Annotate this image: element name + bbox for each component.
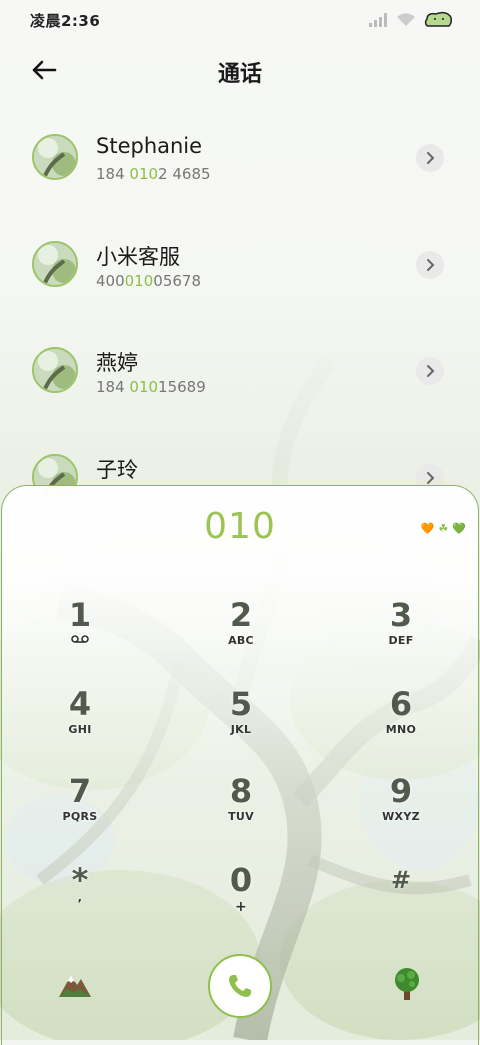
emoji-decoration: 🧡 ☘ 💚 [421,522,466,535]
status-time: 凌晨2:36 [30,11,101,30]
key-3[interactable]: 3 DEF [341,596,461,676]
key-digit: 4 [68,685,92,723]
contact-detail-button[interactable] [416,144,444,172]
key-letters: GHI [68,723,92,736]
key-hash[interactable]: # [341,861,461,941]
contact-row[interactable]: 小米客服 40001005678 [0,217,480,313]
key-digit: 0 [229,861,253,899]
left-action-button[interactable] [55,964,95,1004]
key-digit: # [390,866,412,894]
key-digit: 9 [389,772,413,810]
voicemail-icon [71,635,89,643]
right-action-button[interactable] [387,964,427,1004]
key-letters: MNO [385,723,417,736]
contact-number: 40001005678 [96,272,201,290]
status-icons [368,11,454,29]
key-2[interactable]: 2 ABC [181,596,301,676]
key-digit: 1 [68,596,92,634]
signal-icon [369,13,387,27]
avatar [32,241,78,287]
orange-heart-icon: 🧡 [420,522,435,535]
key-letters: PQRS [62,810,98,823]
green-heart-icon: 💚 [452,522,466,535]
key-digit: 8 [229,772,253,810]
contact-row[interactable]: Stephanie 184 0102 4685 [0,110,480,206]
contact-name: 小米客服 [96,245,180,269]
contact-name: 子玲 [96,458,138,482]
key-digit: 2 [229,596,253,634]
contact-number: 184 0102 4685 [96,165,211,183]
dialed-number[interactable]: 010 [2,506,478,547]
status-bar: 凌晨2:36 [0,0,480,40]
key-0[interactable]: 0 + [181,861,301,941]
key-star[interactable]: * , [20,861,140,941]
chevron-right-icon [427,365,435,377]
key-4[interactable]: 4 GHI [20,685,140,765]
key-digit: 5 [229,685,253,723]
mountain-icon [59,975,91,997]
key-digit: 7 [68,772,92,810]
key-letters: ABC [228,634,254,647]
key-digit: 6 [389,685,413,723]
key-5[interactable]: 5 JKL [181,685,301,765]
contact-detail-button[interactable] [416,357,444,385]
phone-icon [229,975,251,997]
battery-icon [424,11,452,27]
contact-name: 燕婷 [96,351,138,375]
number-match: 010 [129,378,159,396]
call-button[interactable] [208,954,272,1018]
contact-number: 184 01015689 [96,378,206,396]
contact-detail-button[interactable] [416,251,444,279]
key-6[interactable]: 6 MNO [341,685,461,765]
chevron-right-icon [427,472,435,484]
chevron-right-icon [427,259,435,271]
wifi-icon [397,13,415,26]
key-letters: TUV [228,810,254,823]
key-letters: JKL [230,723,252,736]
key-9[interactable]: 9 WXYZ [341,772,461,852]
number-match: 010 [124,272,154,290]
dialer-panel: 010 🧡 ☘ 💚 1 2 ABC 3 DEF 4 GHI 5 JKL 6 MN… [1,485,479,1045]
key-letters: DEF [388,634,414,647]
contact-row[interactable]: 燕婷 184 01015689 [0,323,480,419]
avatar [32,134,78,180]
number-match: 010 [129,165,159,183]
chevron-right-icon [427,152,435,164]
avatar [32,347,78,393]
shamrock-icon: ☘ [438,522,449,535]
key-digit: 3 [389,596,413,634]
page-title: 通话 [217,62,262,87]
key-letters: + [234,899,248,915]
key-letters: WXYZ [382,810,420,823]
key-7[interactable]: 7 PQRS [20,772,140,852]
contact-name: Stephanie [96,134,203,158]
header: 通话 [0,44,480,96]
key-8[interactable]: 8 TUV [181,772,301,852]
tree-icon [395,968,419,1000]
key-letters: , [77,891,83,904]
key-1[interactable]: 1 [20,596,140,676]
